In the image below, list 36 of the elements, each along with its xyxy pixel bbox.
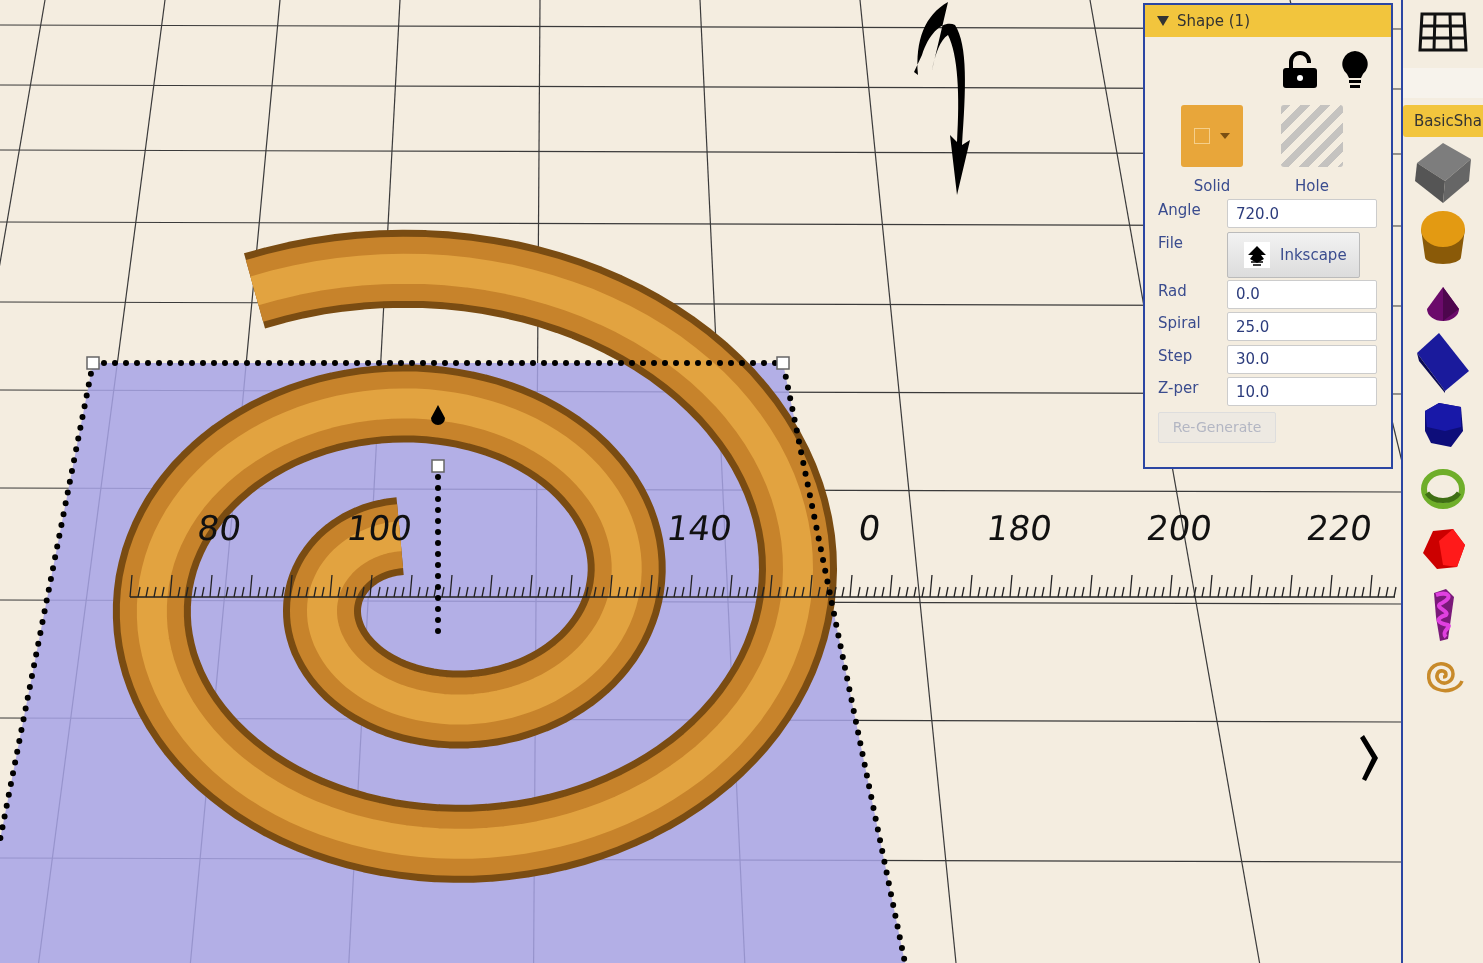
resize-handle[interactable] [776,356,790,370]
param-label: Z-per [1158,378,1200,397]
param-label: Angle [1158,200,1202,219]
param-label: Step [1158,345,1194,365]
box-icon[interactable] [1415,331,1471,393]
unlocked-padlock-icon[interactable] [1281,51,1319,89]
light-bulb-icon[interactable] [1341,51,1369,89]
param-field[interactable]: 25.0 [1227,312,1377,341]
resize-handle[interactable] [86,356,100,370]
grid-icon[interactable] [1418,11,1468,53]
height-handle[interactable] [431,405,445,425]
param-field[interactable]: 720.0 [1227,199,1377,228]
caret-icon [1220,133,1230,139]
ruler-label: 140 [664,508,735,548]
param-field[interactable]: 30.0 [1227,344,1377,374]
resize-handle[interactable] [431,459,445,473]
inkscape-button[interactable]: Inkscape [1227,231,1360,278]
inkscape-logo-icon [1244,241,1270,268]
mode-label: Hole [1295,177,1329,195]
ruler-label: 180 [984,508,1055,548]
next-arrow-icon[interactable] [1360,735,1378,781]
rotate-arrow-icon[interactable] [914,2,970,195]
torus-icon[interactable] [1421,467,1465,511]
ruler-label: 0 [855,508,883,548]
solid-color-button[interactable] [1181,105,1243,167]
param-field[interactable]: 10.0 [1227,377,1377,406]
param-label: Spiral [1158,313,1202,332]
mode-label: Solid [1193,177,1231,195]
panel-header[interactable]: Shape (1) [1145,5,1391,37]
param-field[interactable]: 0.0 [1227,279,1377,309]
param-label: File [1158,232,1185,252]
ruler-label: 200 [1144,508,1215,548]
category-tab[interactable]: BasicSha [1403,105,1483,137]
ruler-label: 220 [1304,508,1375,548]
param-label: Rad [1158,280,1188,300]
cylinder-icon[interactable] [1419,209,1467,265]
